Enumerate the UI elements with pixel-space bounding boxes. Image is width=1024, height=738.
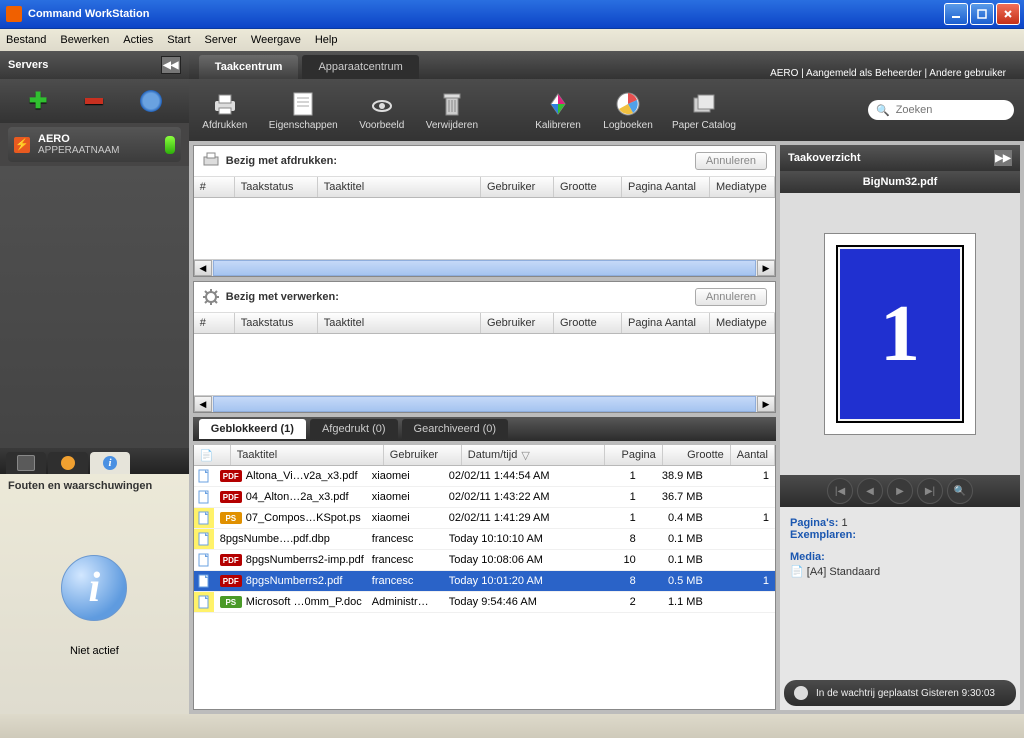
papercatalog-icon (690, 90, 718, 118)
processing-cancel-button[interactable]: Annuleren (695, 288, 767, 306)
app-icon (6, 6, 22, 22)
processing-columns: # Taakstatus Taaktitel Gebruiker Grootte… (194, 313, 775, 334)
properties-icon (289, 90, 317, 118)
printing-cancel-button[interactable]: Annuleren (695, 152, 767, 170)
menu-weergave[interactable]: Weergave (251, 34, 301, 46)
preview-first-button[interactable]: |◀ (827, 478, 853, 504)
overview-filename: BigNum32.pdf (780, 171, 1020, 193)
status-bar (0, 714, 1024, 738)
login-info: AERO | Aangemeld als Beheerder | Andere … (770, 68, 1014, 79)
search-input[interactable] (894, 103, 998, 117)
menu-server[interactable]: Server (205, 34, 237, 46)
file-icon (194, 466, 214, 486)
table-row[interactable]: PDF8pgsNumberrs2-imp.pdffrancescToday 10… (194, 550, 775, 571)
servers-title: Servers (8, 59, 48, 71)
file-icon (194, 508, 214, 528)
errors-panel-title: Fouten en waarschuwingen (0, 474, 189, 498)
title-bar: Command WorkStation (0, 0, 1024, 29)
window-title: Command WorkStation (28, 8, 149, 20)
logs-icon (614, 90, 642, 118)
toolbar-preview[interactable]: Voorbeeld (356, 90, 408, 131)
printer-icon (211, 90, 239, 118)
preview-prev-button[interactable]: ◀ (857, 478, 883, 504)
preview-next-button[interactable]: ▶ (887, 478, 913, 504)
sidebar-tab-chat[interactable] (48, 452, 88, 474)
table-row[interactable]: 8pgsNumbe….pdf.dbpfrancescToday 10:10:10… (194, 529, 775, 550)
preview-icon (368, 90, 396, 118)
toolbar-properties[interactable]: Eigenschappen (269, 90, 338, 131)
menu-bewerken[interactable]: Bewerken (60, 34, 109, 46)
processing-body (194, 334, 775, 395)
table-row[interactable]: PDFAltona_Vi…v2a_x3.pdfxiaomei02/02/11 1… (194, 466, 775, 487)
table-row[interactable]: PS07_Compos…KSpot.psxiaomei02/02/11 1:41… (194, 508, 775, 529)
tab-afgedrukt[interactable]: Afgedrukt (0) (310, 419, 398, 439)
menu-bestand[interactable]: Bestand (6, 34, 46, 46)
toolbar-print[interactable]: Afdrukken (199, 90, 251, 131)
collapse-sidebar-button[interactable]: ◀◀ (161, 56, 181, 74)
menu-acties[interactable]: Acties (123, 34, 153, 46)
preview-zoom-button[interactable]: 🔍 (947, 478, 973, 504)
expand-overview-button[interactable]: ▶▶ (994, 150, 1012, 166)
file-icon (194, 550, 214, 570)
server-bolt-icon: ⚡ (14, 137, 30, 153)
page-preview: 1 (780, 193, 1020, 475)
search-icon: 🔍 (876, 104, 890, 117)
minimize-button[interactable] (944, 3, 968, 25)
toolbar-delete[interactable]: Verwijderen (426, 90, 478, 131)
file-icon (194, 571, 214, 591)
overview-queue-status: In de wachtrij geplaatst Gisteren 9:30:0… (784, 680, 1016, 706)
server-subtitle: APPERAATNAAM (38, 145, 120, 156)
remove-server-button[interactable] (82, 89, 106, 113)
tab-gearchiveerd[interactable]: Gearchiveerd (0) (402, 419, 509, 439)
sidebar-tab-info[interactable]: i (90, 452, 130, 474)
table-row[interactable]: PSMicrosoft …0mm_P.docAdministr…Today 9:… (194, 592, 775, 613)
tab-taakcentrum[interactable]: Taakcentrum (199, 55, 299, 79)
scroll-left-icon[interactable]: ◀ (194, 260, 212, 276)
processing-title: Bezig met verwerken: (226, 291, 339, 303)
printing-icon (202, 152, 220, 170)
server-status-led (165, 136, 175, 154)
tab-geblokkeerd[interactable]: Geblokkeerd (1) (199, 419, 306, 439)
processing-gear-icon (202, 288, 220, 306)
server-item[interactable]: ⚡ AERO APPERAATNAAM (8, 127, 181, 162)
info-icon: i (61, 555, 127, 621)
add-server-button[interactable]: ✚ (26, 89, 50, 113)
table-row[interactable]: PDF04_Alton…2a_x3.pdfxiaomei02/02/11 1:4… (194, 487, 775, 508)
clock-icon (794, 686, 808, 700)
held-col-icon[interactable]: 📄 (194, 445, 231, 465)
menu-help[interactable]: Help (315, 34, 338, 46)
switch-user-link[interactable]: Andere gebruiker (929, 68, 1006, 79)
menu-start[interactable]: Start (167, 34, 190, 46)
trash-icon (438, 90, 466, 118)
toolbar-logs[interactable]: Logboeken (602, 90, 654, 131)
preview-page-number: 1 (838, 247, 962, 421)
servers-header: Servers ◀◀ (0, 51, 189, 79)
errors-status-text: Niet actief (70, 645, 119, 657)
reconnect-server-button[interactable] (139, 89, 163, 113)
scroll-right-icon[interactable]: ▶ (757, 260, 775, 276)
file-icon (194, 487, 214, 507)
printing-title: Bezig met afdrukken: (226, 155, 337, 167)
menu-bar: Bestand Bewerken Acties Start Server Wee… (0, 29, 1024, 51)
printing-hscroll[interactable]: ◀ ▶ (194, 259, 775, 276)
file-icon (194, 529, 214, 549)
toolbar-calibrate[interactable]: Kalibreren (532, 90, 584, 131)
server-name: AERO (38, 133, 120, 145)
calibrate-icon (544, 90, 572, 118)
table-row[interactable]: PDF8pgsNumberrs2.pdffrancescToday 10:01:… (194, 571, 775, 592)
search-box[interactable]: 🔍 (868, 100, 1014, 120)
toolbar-papercatalog[interactable]: Paper Catalog (672, 90, 736, 131)
maximize-button[interactable] (970, 3, 994, 25)
sidebar-tab-console[interactable] (6, 452, 46, 474)
printing-body (194, 198, 775, 259)
preview-last-button[interactable]: ▶| (917, 478, 943, 504)
printing-columns: # Taakstatus Taaktitel Gebruiker Grootte… (194, 177, 775, 198)
file-icon (194, 592, 214, 612)
close-button[interactable] (996, 3, 1020, 25)
servers-sidebar: Servers ◀◀ ✚ ⚡ AERO APPERAATNAAM i (0, 51, 189, 714)
overview-title: Taakoverzicht (788, 152, 861, 164)
processing-hscroll[interactable]: ◀ ▶ (194, 395, 775, 412)
tab-apparaatcentrum[interactable]: Apparaatcentrum (302, 55, 418, 79)
